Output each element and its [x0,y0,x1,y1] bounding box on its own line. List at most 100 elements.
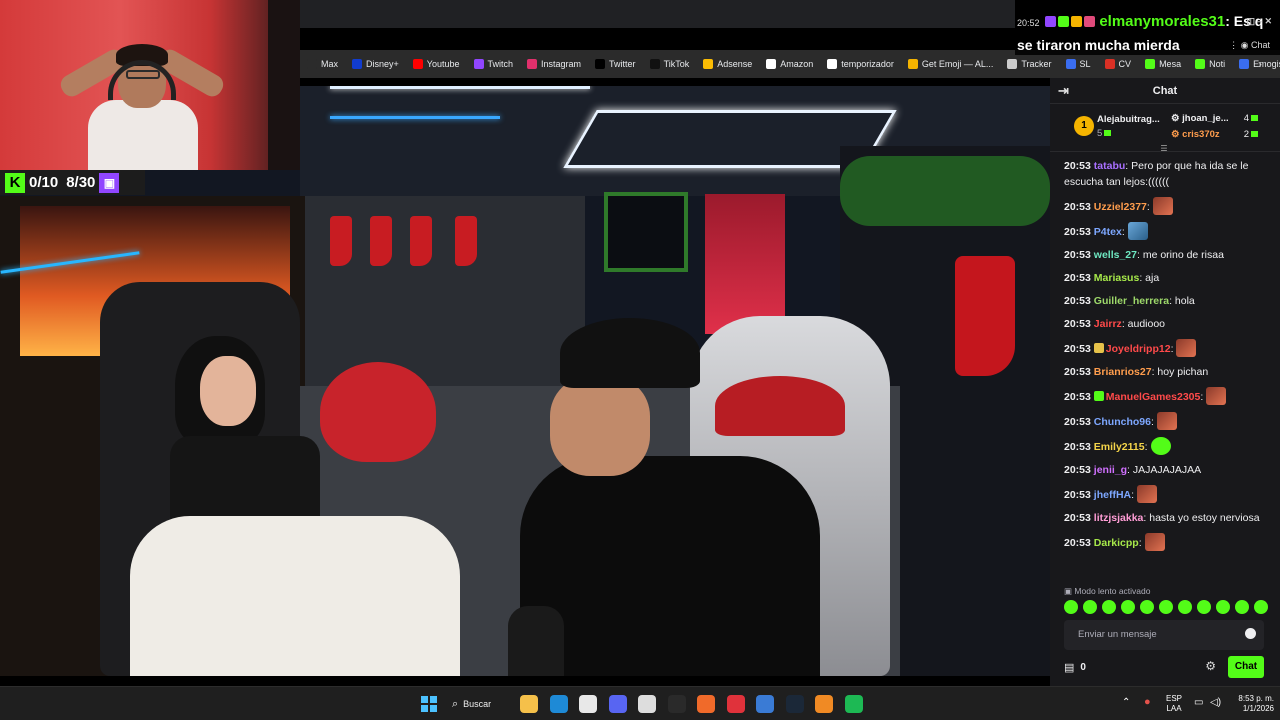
chat-message[interactable]: 20:53 P4tex: [1064,218,1270,243]
emote-icon[interactable] [1159,600,1173,614]
message-username[interactable]: Emily2115 [1094,441,1145,453]
emote-icon[interactable] [1121,600,1135,614]
chat-message[interactable]: 20:53 tatabu: Pero por que ha ida se le … [1064,154,1270,193]
gift-badge-icon [1084,16,1096,27]
message-username[interactable]: Guiller_herrera [1094,295,1169,307]
steam-icon[interactable] [785,695,804,713]
message-username[interactable]: Chuncho96 [1094,416,1151,428]
tray-overflow-icon[interactable]: ⌃ [1122,697,1130,708]
emote-icon[interactable] [1083,600,1097,614]
bookmark-label: temporizador [841,59,894,69]
chat-message[interactable]: 20:53 jenii_g: JAJAJAJAJAA [1064,458,1270,481]
message-username[interactable]: Jairrz [1094,318,1122,330]
send-chat-button[interactable]: Chat [1228,656,1264,678]
chat-message[interactable]: 20:53 wells_27: me orino de risaa [1064,243,1270,266]
bookmark-label: Twitch [487,59,514,69]
chat-message-input[interactable]: Enviar un mensaje [1064,620,1264,650]
chat-message[interactable]: 20:53 Joyeldripp12: [1064,335,1270,360]
channel-points-icon[interactable]: ▤ [1064,661,1074,674]
bookmark-item[interactable]: Disney+ [345,50,406,78]
origin-icon[interactable] [697,695,715,713]
chat-message[interactable]: 20:53 Jairrz: audiooo [1064,312,1270,335]
windows-start-icon[interactable] [421,696,437,712]
message-text: : hola [1169,294,1195,307]
emote-icon[interactable] [1216,600,1230,614]
edge-icon[interactable] [549,695,568,713]
person [130,516,460,676]
emote-icon[interactable] [1140,600,1154,614]
app-icon[interactable] [579,695,597,713]
leaderboard-points: 4 [1244,113,1258,124]
spotify-icon[interactable] [844,695,863,713]
collapse-chat-icon[interactable]: ⇥ [1058,83,1069,99]
taskbar-search[interactable]: ⌕ Buscar [452,693,512,715]
chrome-icon[interactable] [638,695,656,713]
message-username[interactable]: Uzziel2377 [1094,201,1147,213]
app-blue-icon[interactable] [756,695,774,713]
tracker-icon [1007,59,1018,69]
leaderboard-name: Alejabuitrag... [1097,114,1160,125]
record-icon[interactable] [726,695,745,713]
chat-message[interactable]: 20:53 Guiller_herrera: hola [1064,289,1270,312]
gift-leaderboard[interactable]: 1 Alejabuitrag... 5 ⚙ jhoan_je... 4 ⚙ cr… [1050,104,1280,153]
bookmark-item[interactable]: Instagram [520,50,588,78]
chat-message[interactable]: 20:53 Uzziel2377: [1064,193,1270,218]
bookmark-item[interactable]: Get Emoji — AL... [901,50,1001,78]
chat-message[interactable]: 20:53 jheffHA: [1064,481,1270,506]
bookmark-item[interactable]: Max [300,50,345,78]
message-username[interactable]: P4tex [1094,226,1122,238]
emote-icon [1176,338,1197,357]
message-username[interactable]: Mariasus [1094,272,1140,284]
bookmark-item[interactable]: temporizador [820,50,901,78]
browser-tab-strip [300,0,1015,28]
emote-icon[interactable] [1254,600,1268,614]
chat-message[interactable]: 20:53 Emily2115: [1064,433,1270,458]
message-time: 20:53 [1064,463,1091,476]
chat-message[interactable]: 20:53 Mariasus: aja [1064,266,1270,289]
emoji-picker-icon[interactable] [1245,628,1256,639]
emote-icon[interactable] [1102,600,1116,614]
garland [840,156,1050,226]
emote-icon[interactable] [1064,600,1078,614]
chat-message[interactable]: 20:53 ManuelGames2305: [1064,383,1270,408]
stream-video[interactable] [0,86,1050,676]
bookmark-item[interactable]: Adsense [696,50,759,78]
bookmark-item[interactable]: Amazon [759,50,820,78]
emote-icon[interactable] [1235,600,1249,614]
chat-message[interactable]: 20:53 Darkicpp: [1064,529,1270,554]
volume-icon[interactable]: ◁) [1210,697,1221,708]
chat-messages[interactable]: 20:53 tatabu: Pero por que ha ida se le … [1050,154,1280,586]
chat-message[interactable]: 20:53 Chuncho96: [1064,408,1270,433]
emote-icon[interactable] [1178,600,1192,614]
message-username[interactable]: Joyeldripp12 [1106,343,1171,355]
message-username[interactable]: Brianrios27 [1094,366,1152,378]
chat-message[interactable]: 20:53 litzjsjakka: hasta yo estoy nervio… [1064,506,1270,529]
clock[interactable]: 8:53 p. m. 1/1/2026 [1232,694,1274,714]
language-indicator[interactable]: ESP LAA [1166,694,1182,714]
message-username[interactable]: jheffHA [1094,489,1131,501]
message-username[interactable]: tatabu [1094,160,1126,172]
discord-icon[interactable] [608,695,627,713]
overlay-chat-button[interactable]: ⋮ ◉ Chat [1229,34,1270,55]
expand-handle-icon[interactable]: ☰ [1158,144,1170,153]
emote-icon[interactable] [1197,600,1211,614]
bookmark-item[interactable]: Twitter [588,50,643,78]
chat-message[interactable]: 20:53 Brianrios27: hoy pichan [1064,360,1270,383]
message-username[interactable]: ManuelGames2305 [1106,391,1201,403]
bookmark-item[interactable]: Youtube [406,50,467,78]
message-username[interactable]: wells_27 [1094,249,1137,261]
bookmark-item[interactable]: Twitch [467,50,521,78]
bookmark-item[interactable]: TikTok [643,50,697,78]
epic-games-icon[interactable] [667,695,686,713]
message-username[interactable]: Darkicpp [1094,537,1139,549]
tiktok-icon [649,59,660,69]
message-username[interactable]: litzjsjakka [1094,512,1144,524]
file-explorer-icon[interactable] [520,695,538,713]
microphone-icon[interactable]: ● [1144,696,1151,708]
vlc-icon[interactable] [815,695,833,713]
message-username[interactable]: jenii_g [1094,464,1127,476]
window-controls[interactable]: ◫ ⎯ ✕ [1246,10,1272,32]
chat-settings-icon[interactable]: ⚙ [1205,659,1216,673]
stocking [370,216,392,266]
network-icon[interactable]: ▭ [1194,697,1203,708]
